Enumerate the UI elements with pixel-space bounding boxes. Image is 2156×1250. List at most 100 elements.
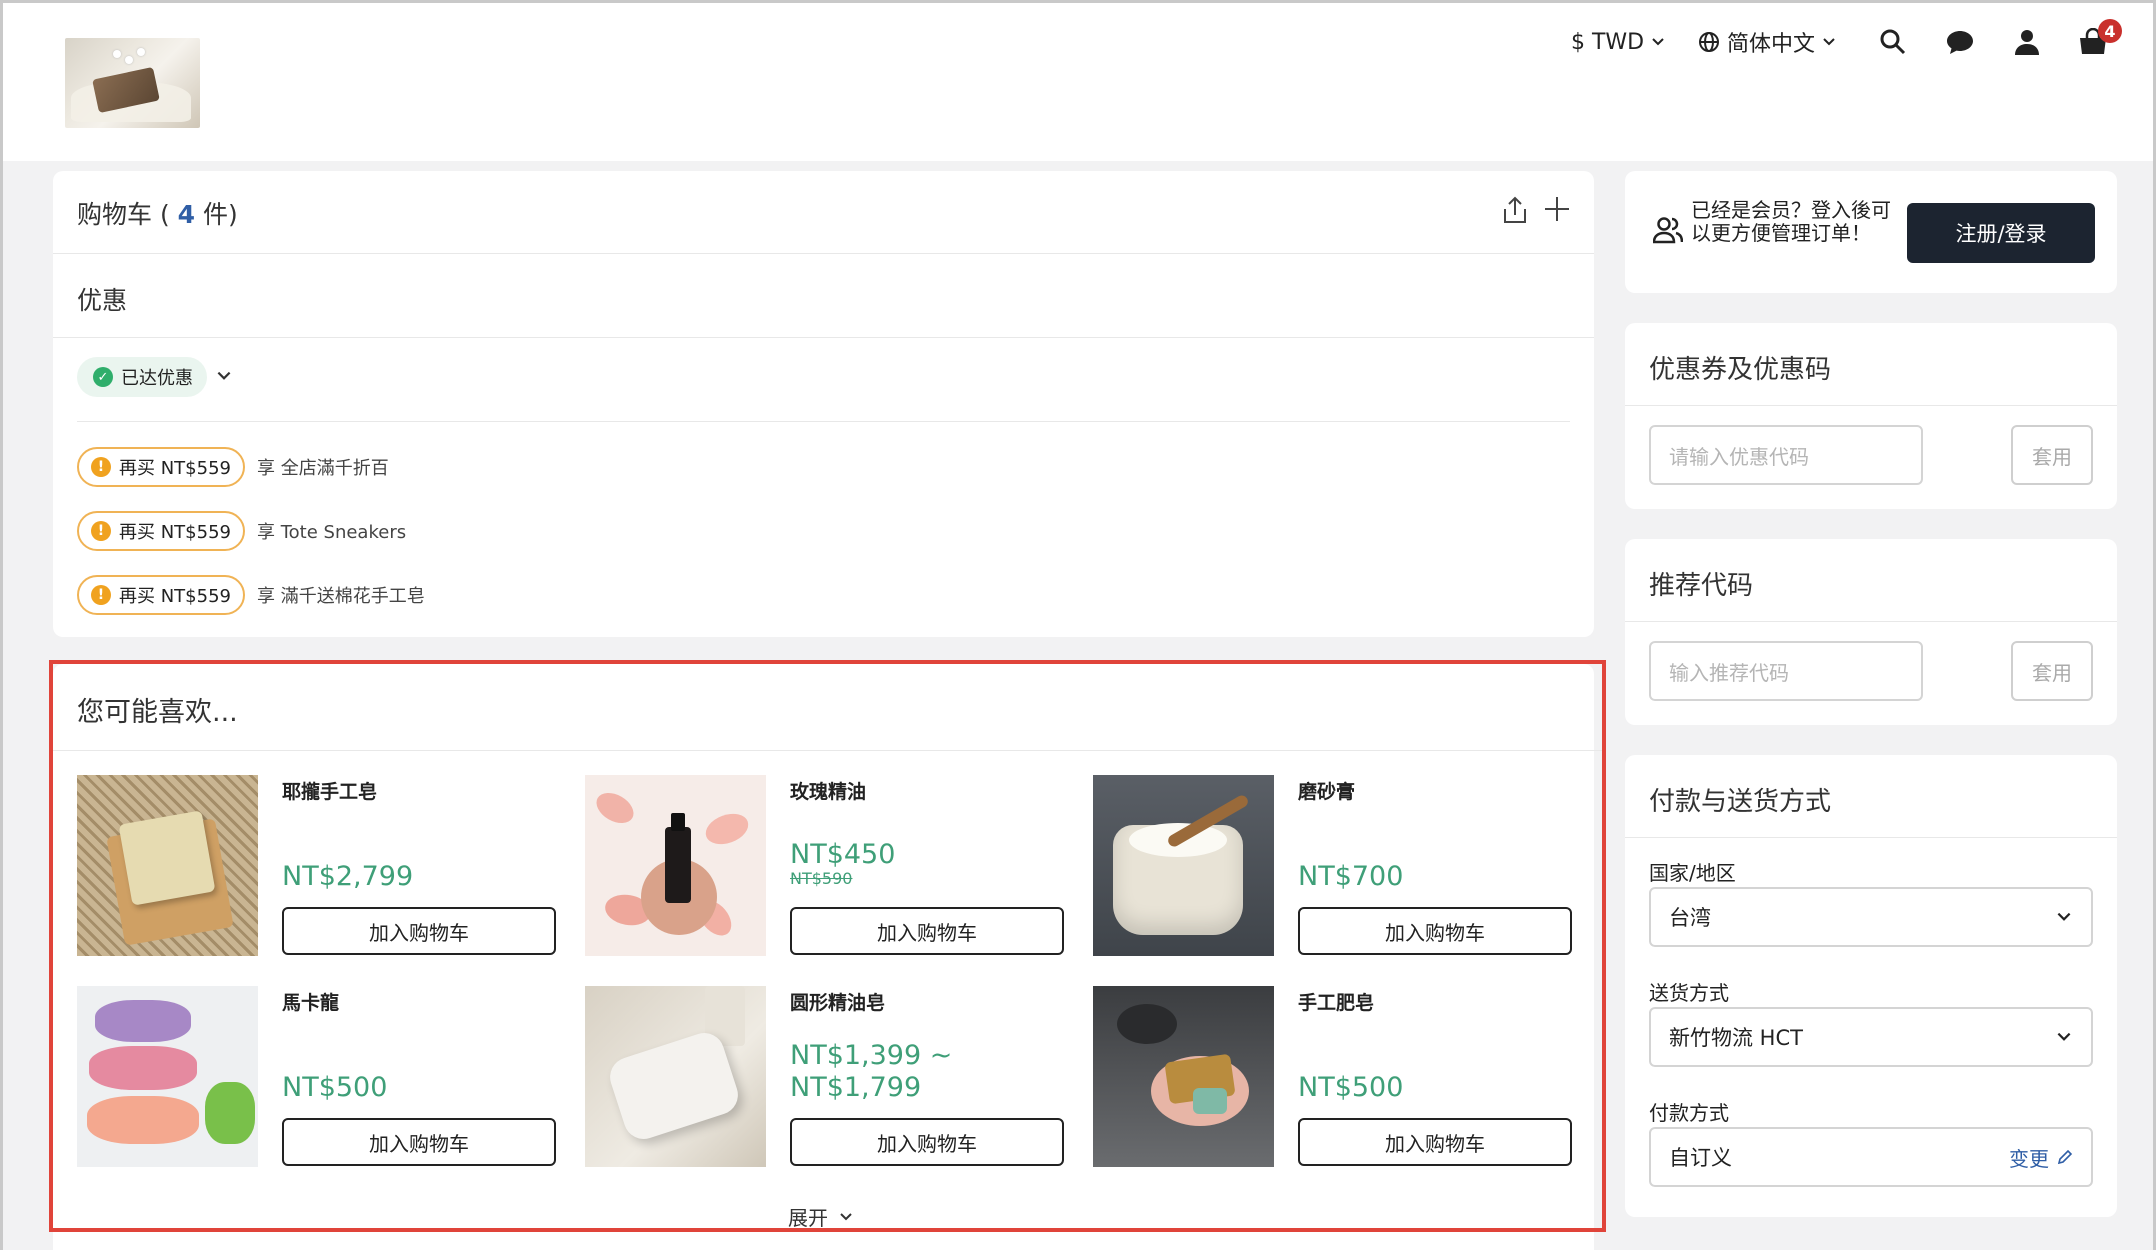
currency-selector[interactable]: $ TWD <box>1571 23 1666 61</box>
promo-badge: ! 再买 NT$559 <box>77 447 245 487</box>
product-price: NT$450 <box>790 839 896 870</box>
promo-description: 享 滿千送棉花手工皂 <box>257 586 425 607</box>
users-icon <box>1653 217 1683 244</box>
promo-description: 享 Tote Sneakers <box>257 522 407 543</box>
expand-label: 展开 <box>788 1206 828 1230</box>
search-icon <box>1880 29 1906 55</box>
add-to-cart-button[interactable]: 加入购物车 <box>790 1118 1064 1166</box>
share-button[interactable] <box>1501 195 1529 229</box>
product-name[interactable]: 玫瑰精油 <box>790 777 866 804</box>
plus-icon <box>1545 197 1569 221</box>
referral-title: 推荐代码 <box>1649 571 1754 601</box>
product-price: NT$1,399 ~ <box>790 1040 953 1071</box>
country-select[interactable]: 台湾 <box>1649 887 2093 947</box>
expand-button[interactable]: 展开 <box>788 1202 854 1231</box>
cart-card: 购物车 ( 4 件) 优惠 ✓ 已达优惠 ! 再买 NT$559 享 全店滿千折… <box>53 171 1594 637</box>
referral-code-input[interactable]: 输入推荐代码 <box>1649 641 1923 701</box>
globe-icon <box>1699 32 1719 52</box>
currency-label: $ TWD <box>1571 29 1645 55</box>
product-image-rose-oil[interactable] <box>585 775 766 956</box>
recommend-section: 您可能喜欢... 耶攏手工皂 NT$2,799 加入购物车 玫瑰精油 NT$45… <box>49 660 1606 1232</box>
register-login-button[interactable]: 注册/登录 <box>1907 203 2095 263</box>
chevron-down-icon <box>1652 38 1664 46</box>
referral-apply-button[interactable]: 套用 <box>2011 641 2093 701</box>
language-label: 简体中文 <box>1727 32 1816 57</box>
cart-item-count: 4 <box>177 200 196 229</box>
product-price: NT$700 <box>1298 861 1404 892</box>
cart-button[interactable]: 4 <box>2076 19 2122 61</box>
coupon-apply-button[interactable]: 套用 <box>2011 425 2093 485</box>
site-header: $ TWD 简体中文 4 <box>3 3 2153 161</box>
chevron-down-icon <box>2057 1032 2071 1041</box>
language-selector[interactable]: 简体中文 <box>1697 23 1837 61</box>
warning-icon: ! <box>91 457 111 477</box>
product-card: 耶攏手工皂 NT$2,799 加入购物车 <box>77 775 565 957</box>
promo-row: ! 再买 NT$559 享 全店滿千折百 <box>77 447 389 487</box>
chevron-down-icon <box>840 1212 852 1220</box>
product-image-scrub[interactable] <box>1093 775 1274 956</box>
product-original-price: NT$590 <box>790 869 853 888</box>
country-label: 国家/地区 <box>1649 861 1736 885</box>
chat-bubble-icon <box>1947 31 1973 54</box>
product-price-max: NT$1,799 <box>790 1072 922 1103</box>
member-prompt: 已经是会员？登入後可以更方便管理订单！ <box>1691 198 1891 245</box>
search-button[interactable] <box>1876 23 1910 61</box>
warning-icon: ! <box>91 521 111 541</box>
product-image-soap[interactable] <box>77 775 258 956</box>
product-name[interactable]: 馬卡龍 <box>282 988 339 1015</box>
add-to-cart-button[interactable]: 加入购物车 <box>790 907 1064 955</box>
product-price: NT$500 <box>1298 1072 1404 1103</box>
promo-expand-toggle[interactable] <box>215 367 233 389</box>
payment-value: 自订义 <box>1669 1146 1732 1170</box>
store-logo[interactable] <box>65 38 200 128</box>
promo-badge-label: 再买 NT$559 <box>119 458 231 479</box>
add-button[interactable] <box>1543 195 1571 227</box>
add-to-cart-button[interactable]: 加入购物车 <box>282 907 556 955</box>
change-label: 变更 <box>2009 1146 2049 1171</box>
pencil-icon <box>2057 1149 2073 1165</box>
chevron-down-icon <box>217 371 231 380</box>
coupon-code-input[interactable]: 请输入优惠代码 <box>1649 425 1923 485</box>
checkout-title: 付款与送货方式 <box>1649 787 1832 817</box>
product-price: NT$2,799 <box>282 861 414 892</box>
product-image-handmade-soap[interactable] <box>1093 986 1274 1167</box>
country-value: 台湾 <box>1669 906 1711 930</box>
product-image-macaron[interactable] <box>77 986 258 1167</box>
chevron-down-icon <box>2057 912 2071 921</box>
promo-section-title: 优惠 <box>77 286 128 315</box>
promo-badge: ! 再买 NT$559 <box>77 575 245 615</box>
promo-row: ! 再买 NT$559 享 滿千送棉花手工皂 <box>77 575 425 615</box>
promo-badge-label: 再买 NT$559 <box>119 586 231 607</box>
payment-field: 自订义 变更 <box>1649 1127 2093 1187</box>
shipping-value: 新竹物流 HCT <box>1669 1026 1803 1050</box>
promo-row: ! 再买 NT$559 享 Tote Sneakers <box>77 511 406 551</box>
account-button[interactable] <box>2010 23 2044 61</box>
product-price: NT$500 <box>282 1072 388 1103</box>
achieved-promo-toggle[interactable]: ✓ 已达优惠 <box>77 357 207 397</box>
coupon-card: 优惠券及优惠码 请输入优惠代码 套用 <box>1625 323 2117 509</box>
share-icon <box>1504 196 1526 223</box>
product-name[interactable]: 圆形精油皂 <box>790 988 885 1015</box>
message-button[interactable] <box>1943 23 1977 61</box>
product-card: 圆形精油皂 NT$1,399 ~ NT$1,799 加入购物车 <box>585 986 1073 1168</box>
cart-count-badge: 4 <box>2098 19 2122 43</box>
user-icon <box>2015 30 2039 55</box>
add-to-cart-button[interactable]: 加入购物车 <box>1298 1118 1572 1166</box>
promo-badge-label: 再买 NT$559 <box>119 522 231 543</box>
product-card: 玫瑰精油 NT$450 NT$590 加入购物车 <box>585 775 1073 957</box>
cart-title-prefix: 购物车 ( <box>77 200 170 229</box>
add-to-cart-button[interactable]: 加入购物车 <box>282 1118 556 1166</box>
warning-icon: ! <box>91 585 111 605</box>
product-card: 手工肥皂 NT$500 加入购物车 <box>1093 986 1581 1168</box>
change-payment-button[interactable]: 变更 <box>2009 1143 2073 1172</box>
product-name[interactable]: 磨砂膏 <box>1298 777 1355 804</box>
add-to-cart-button[interactable]: 加入购物车 <box>1298 907 1572 955</box>
product-name[interactable]: 耶攏手工皂 <box>282 777 377 804</box>
shipping-select[interactable]: 新竹物流 HCT <box>1649 1007 2093 1067</box>
check-circle-icon: ✓ <box>93 367 113 387</box>
product-name[interactable]: 手工肥皂 <box>1298 988 1374 1015</box>
product-card: 磨砂膏 NT$700 加入购物车 <box>1093 775 1581 957</box>
shipping-label: 送货方式 <box>1649 981 1729 1005</box>
coupon-title: 优惠券及优惠码 <box>1649 355 1832 385</box>
product-image-round-soap[interactable] <box>585 986 766 1167</box>
